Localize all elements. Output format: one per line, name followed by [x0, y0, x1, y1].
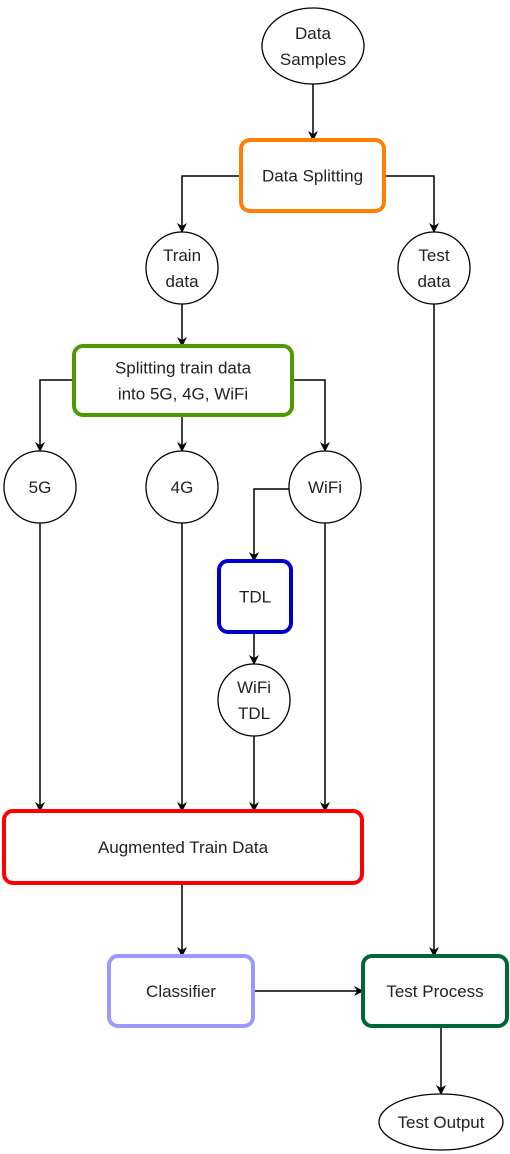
- node-data-splitting-label: Data Splitting: [262, 167, 363, 186]
- node-data-samples-label: Data: [295, 24, 331, 43]
- node-train-data: Train data: [145, 231, 219, 305]
- edge-data-splitting-to-test-data: [384, 175, 439, 233]
- edge-data-splitting-to-train-data: [177, 175, 241, 233]
- node-data-samples: Data Samples: [261, 7, 365, 85]
- node-classifier: Classifier: [107, 954, 255, 1028]
- node-data-samples-label: Samples: [280, 50, 346, 69]
- node-test-output-label: Test Output: [398, 1113, 485, 1132]
- node-split-train-label: into 5G, 4G, WiFi: [118, 385, 248, 404]
- node-augmented-label: Augmented Train Data: [98, 838, 269, 857]
- node-test-data-label: data: [417, 272, 451, 291]
- node-g4-label: 4G: [171, 478, 194, 497]
- node-split-train: Splitting train data into 5G, 4G, WiFi: [72, 344, 294, 417]
- node-augmented: Augmented Train Data: [2, 809, 364, 885]
- edge-wifi-to-tdl: [249, 488, 289, 562]
- node-wifi-tdl-label: WiFi: [237, 678, 271, 697]
- node-split-train-shape: [72, 344, 294, 417]
- node-test-process: Test Process: [361, 954, 509, 1028]
- node-data-splitting: Data Splitting: [239, 138, 386, 213]
- node-test-data: Test data: [397, 231, 471, 305]
- node-classifier-label: Classifier: [146, 982, 216, 1001]
- edge-split-train-to-wifi: [292, 379, 330, 452]
- node-wifi-label: WiFi: [308, 478, 342, 497]
- node-tdl: TDL: [217, 559, 293, 634]
- node-wifi-tdl: WiFi TDL: [217, 663, 291, 737]
- edge-split-train-to-g5: [35, 379, 74, 452]
- node-data-samples-shape: [261, 7, 365, 85]
- node-wifi: WiFi: [288, 450, 362, 524]
- flowchart-canvas: Data Samples Data Splitting Train data Test da…: [2, 7, 509, 1151]
- node-test-output: Test Output: [378, 1093, 504, 1151]
- node-wifi-tdl-shape: [217, 663, 291, 737]
- node-test-data-shape: [397, 231, 471, 305]
- nodes-layer: Data Samples Data Splitting Train data Test da…: [2, 7, 509, 1151]
- node-train-data-shape: [145, 231, 219, 305]
- node-train-data-label: data: [165, 272, 199, 291]
- node-g5-label: 5G: [29, 478, 52, 497]
- node-test-data-label: Test: [418, 246, 449, 265]
- node-split-train-label: Splitting train data: [115, 359, 252, 378]
- node-wifi-tdl-label: TDL: [238, 704, 270, 723]
- node-train-data-label: Train: [163, 246, 201, 265]
- node-test-process-label: Test Process: [386, 982, 483, 1001]
- node-tdl-label: TDL: [239, 588, 271, 607]
- node-g4: 4G: [145, 450, 219, 524]
- node-g5: 5G: [3, 450, 77, 524]
